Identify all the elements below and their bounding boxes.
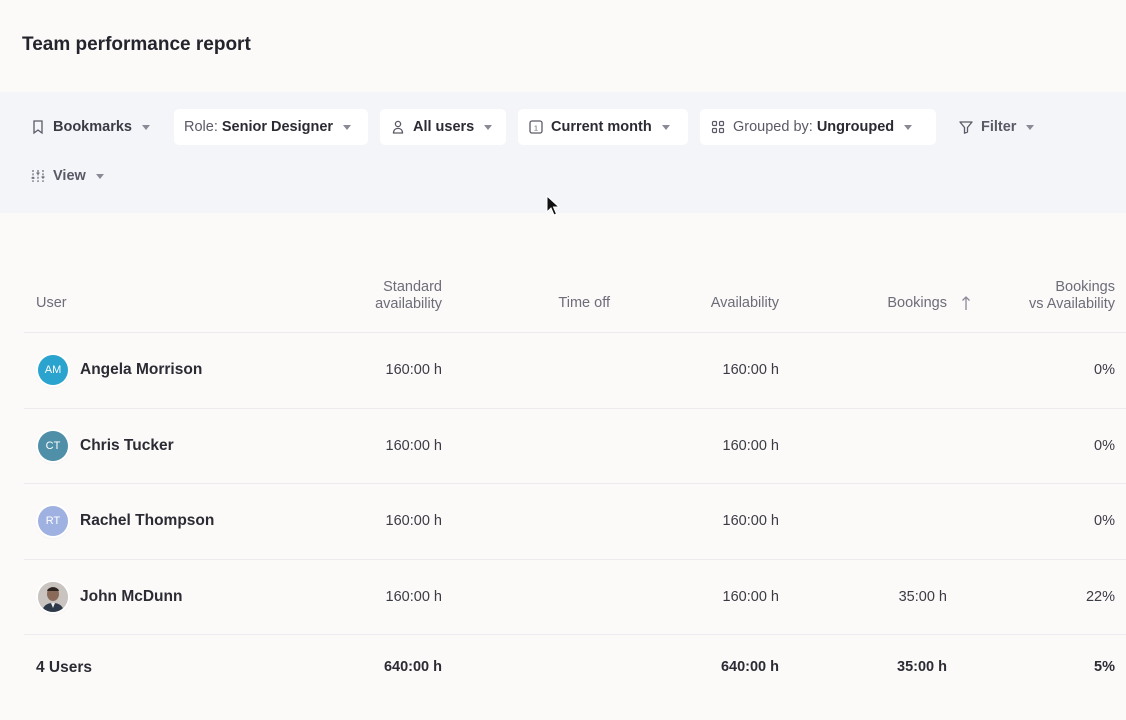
user-name: John McDunn [80, 587, 183, 605]
column-header-standard-availability[interactable]: Standard availability [375, 279, 442, 313]
avatar: CT [38, 430, 68, 461]
page-title: Team performance report [22, 34, 251, 55]
chevron-down-icon [1026, 124, 1035, 130]
total-bookings-vs-availability: 5% [1094, 659, 1115, 675]
standard-availability-value: 160:00 h [385, 362, 442, 378]
chevron-down-icon [95, 173, 104, 179]
user-photo-icon [38, 581, 68, 612]
bookings-vs-availability-value: 0% [1094, 362, 1115, 378]
standard-availability-value: 160:00 h [385, 588, 442, 605]
user-cell[interactable]: AM Angela Morrison [38, 355, 202, 385]
avatar-initials: RT [45, 515, 61, 527]
user-cell[interactable]: John McDunn [38, 581, 183, 612]
standard-availability-value: 160:00 h [385, 437, 442, 454]
availability-value: 160:00 h [722, 362, 779, 378]
users-filter-label: All users [413, 119, 475, 135]
view-label: View [53, 168, 86, 184]
role-filter-prefix: Role: [184, 119, 218, 135]
period-filter-button[interactable]: 1 Current month [518, 109, 688, 145]
role-filter-button[interactable]: Role: Senior Designer [174, 109, 368, 145]
chevron-down-icon [484, 124, 493, 130]
user-cell[interactable]: CT Chris Tucker [38, 430, 174, 461]
column-header-bva-line2: vs Availability [1029, 296, 1115, 312]
availability-value: 160:00 h [722, 437, 779, 454]
column-header-standard-line1: Standard [383, 279, 442, 295]
table-header: User Standard availability Time off Avai… [24, 262, 1126, 333]
filter-label: Filter [981, 119, 1017, 135]
chevron-down-icon [343, 124, 352, 130]
total-standard-availability: 640:00 h [383, 659, 442, 675]
user-icon [392, 120, 404, 134]
grouping-button[interactable]: Grouped by: Ungrouped [700, 109, 936, 145]
page-header: Team performance report [0, 0, 1126, 92]
total-bookings: 35:00 h [897, 659, 947, 675]
bookings-vs-availability-value: 22% [1085, 588, 1115, 605]
users-filter-button[interactable]: All users [380, 109, 506, 145]
avatar: RT [38, 506, 68, 536]
funnel-icon [959, 121, 973, 134]
avatar-initials: AM [44, 364, 62, 376]
sliders-icon [31, 170, 45, 182]
svg-text:1: 1 [534, 123, 538, 132]
performance-table: User Standard availability Time off Avai… [24, 262, 1126, 701]
column-header-availability[interactable]: Availability [711, 295, 779, 312]
chevron-down-icon [661, 124, 670, 130]
sort-ascending-icon[interactable] [961, 295, 971, 311]
period-filter-label: Current month [551, 119, 652, 135]
table-row[interactable]: RT Rachel Thompson 160:00 h 160:00 h 0% [24, 484, 1126, 560]
grouping-prefix: Grouped by: [733, 119, 813, 135]
avatar-initials: CT [45, 439, 61, 452]
bookmarks-button[interactable]: Bookmarks [22, 109, 158, 145]
bookings-vs-availability-value: 0% [1094, 437, 1115, 454]
table-total-row: 4 Users 640:00 h 640:00 h 35:00 h 5% [24, 635, 1126, 701]
role-filter-value: Senior Designer [221, 119, 334, 135]
user-name: Rachel Thompson [80, 512, 215, 529]
user-cell[interactable]: RT Rachel Thompson [38, 506, 214, 536]
column-header-user[interactable]: User [36, 295, 67, 312]
column-header-standard-line2: availability [375, 296, 442, 312]
standard-availability-value: 160:00 h [385, 513, 442, 529]
calendar-icon: 1 [529, 120, 543, 134]
grouping-value: Ungrouped [816, 119, 895, 135]
mouse-cursor-icon [546, 195, 560, 216]
view-button[interactable]: View [22, 158, 112, 194]
availability-value: 160:00 h [722, 588, 779, 605]
bookings-value: 35:00 h [898, 588, 947, 605]
table-row[interactable]: CT Chris Tucker 160:00 h 160:00 h 0% [24, 409, 1126, 484]
column-header-bookings-vs-availability[interactable]: Bookings vs Availability [1029, 279, 1115, 313]
total-availability: 640:00 h [720, 659, 779, 675]
total-users-label: 4 Users [36, 659, 93, 676]
filter-button[interactable]: Filter [950, 109, 1042, 145]
bookmark-icon [33, 120, 43, 135]
chevron-down-icon [141, 124, 150, 130]
avatar [38, 581, 68, 612]
avatar: AM [38, 355, 68, 385]
chevron-down-icon [904, 124, 913, 130]
availability-value: 160:00 h [722, 513, 779, 529]
bookings-vs-availability-value: 0% [1094, 513, 1115, 529]
user-name: Chris Tucker [80, 436, 174, 454]
table-row[interactable]: AM Angela Morrison 160:00 h 160:00 h 0% [24, 333, 1126, 409]
bookmarks-label: Bookmarks [53, 119, 132, 135]
user-name: Angela Morrison [80, 361, 203, 378]
table-row[interactable]: John McDunn 160:00 h 160:00 h 35:00 h 22… [24, 560, 1126, 635]
column-header-time-off[interactable]: Time off [558, 295, 610, 312]
column-header-bookings[interactable]: Bookings [887, 295, 947, 312]
column-header-bva-line1: Bookings [1055, 279, 1115, 295]
report-toolbar: Bookmarks Role: Senior Designer All user… [0, 92, 1126, 213]
grid-icon [711, 120, 725, 134]
